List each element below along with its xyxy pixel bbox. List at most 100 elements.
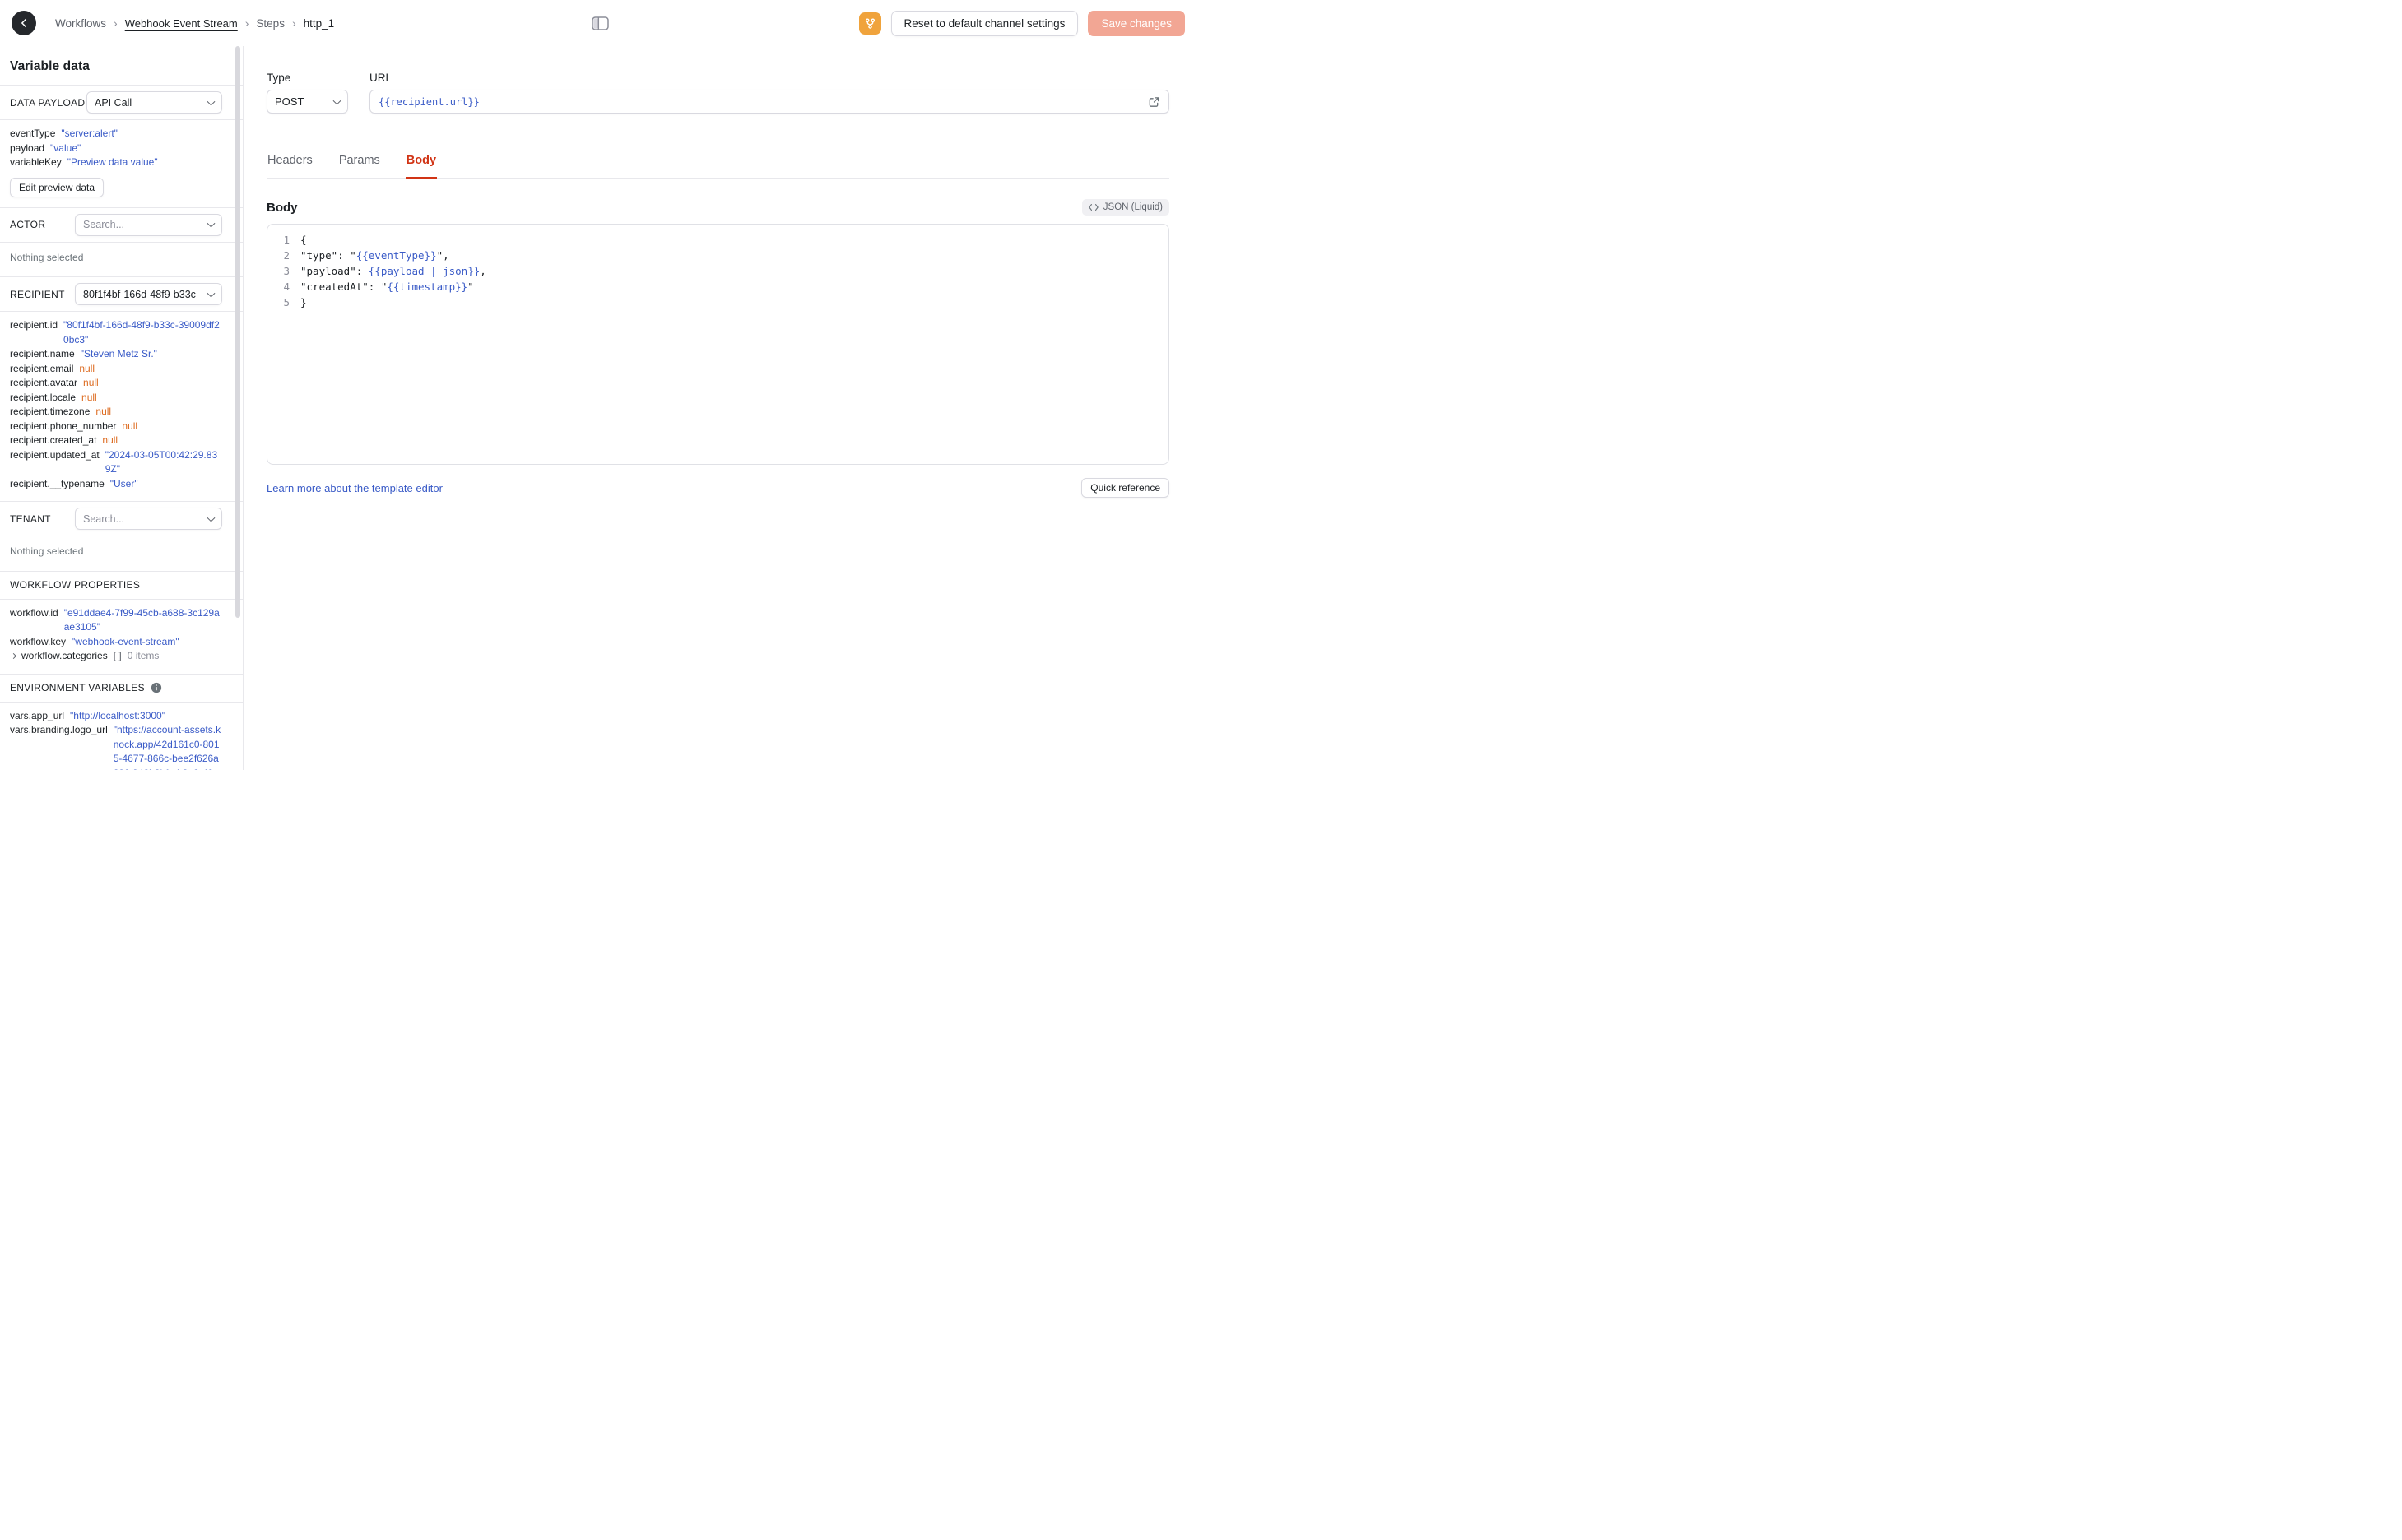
kv-row: workflow.key "webhook-event-stream" bbox=[10, 635, 222, 650]
kv-value: "value" bbox=[50, 141, 81, 154]
recipient-header: RECIPIENT 80f1f4bf-166d-48f9-b33c bbox=[0, 277, 243, 312]
type-label: Type bbox=[267, 72, 291, 84]
tenant-header: TENANT Search... bbox=[0, 502, 243, 536]
back-button[interactable] bbox=[12, 11, 36, 35]
kv-value: "server:alert" bbox=[61, 128, 118, 139]
kv-row: recipient.timezone null bbox=[10, 405, 222, 420]
code-text: "createdAt": "{{timestamp}}" bbox=[300, 281, 474, 293]
kv-row: recipient.phone_number null bbox=[10, 420, 222, 434]
kv-key: recipient.created_at bbox=[10, 434, 97, 446]
info-icon bbox=[151, 682, 162, 693]
panel-title: Variable data bbox=[10, 58, 90, 73]
data-payload-select[interactable]: API Call bbox=[86, 91, 222, 114]
kv-key: eventType bbox=[10, 128, 56, 139]
tab-params[interactable]: Params bbox=[338, 154, 381, 178]
commit-changes-badge[interactable] bbox=[858, 12, 881, 35]
code-text: { bbox=[300, 234, 307, 246]
kv-value: "User" bbox=[109, 477, 138, 489]
actor-content: Nothing selected bbox=[0, 243, 243, 277]
kv-value: "e91ddae4-7f99-45cb-a688-3c129aae3105" bbox=[63, 606, 220, 633]
external-link-icon[interactable] bbox=[1148, 95, 1160, 108]
line-number: 5 bbox=[283, 296, 290, 308]
breadcrumb-item[interactable]: Workflows bbox=[55, 17, 106, 30]
kv-row: workflow.id "e91ddae4-7f99-45cb-a688-3c12… bbox=[10, 606, 222, 635]
template-editor-link[interactable]: Learn more about the template editor bbox=[267, 482, 443, 494]
edit-preview-data-button[interactable]: Edit preview data bbox=[10, 177, 105, 197]
line-number: 1 bbox=[283, 234, 290, 246]
kv-value: "Preview data value" bbox=[67, 156, 158, 168]
kv-key: variableKey bbox=[10, 156, 62, 168]
kv-row: recipient.email null bbox=[10, 362, 222, 377]
kv-key: workflow.id bbox=[10, 606, 58, 619]
tenant-search-select[interactable]: Search... bbox=[75, 508, 222, 530]
reset-button[interactable]: Reset to default channel settings bbox=[890, 10, 1079, 36]
body-section-header: Body JSON (Liquid) bbox=[267, 199, 1169, 216]
code-lines: 1{2 "type": "{{eventType}}", 3 "payload": {… bbox=[267, 232, 1168, 310]
kv-value: null bbox=[102, 434, 118, 446]
code-text: } bbox=[300, 296, 307, 308]
arrow-left-icon bbox=[21, 18, 26, 28]
method-select[interactable]: POST bbox=[267, 90, 348, 114]
code-line: 4 "createdAt": "{{timestamp}}" bbox=[267, 279, 1168, 295]
kv-value: null bbox=[122, 420, 138, 432]
kv-value: "Steven Metz Sr." bbox=[80, 348, 157, 359]
code-line: 3 "payload": {{payload | json}}, bbox=[267, 263, 1168, 279]
recipient-select[interactable]: 80f1f4bf-166d-48f9-b33c bbox=[75, 283, 222, 305]
kv-key: workflow.key bbox=[10, 635, 67, 647]
workflow-properties-content: workflow.id "e91ddae4-7f99-45cb-a688-3c12… bbox=[0, 600, 243, 675]
breadcrumb-separator: › bbox=[244, 16, 249, 30]
url-input[interactable]: {{recipient.url}} bbox=[369, 90, 1169, 114]
top-bar: Workflows › Webhook Event Stream › Steps › htt… bbox=[0, 0, 1201, 46]
kv-row: variableKey "Preview data value" bbox=[10, 155, 222, 170]
tab-body[interactable]: Body bbox=[405, 154, 438, 179]
sidebar-scrollbar[interactable] bbox=[235, 46, 240, 618]
kv-row: recipient.created_at null bbox=[10, 434, 222, 448]
panel-toggle-button[interactable] bbox=[586, 12, 614, 35]
kv-row: workflow.categories [ ] 0 items bbox=[10, 649, 222, 664]
code-editor[interactable]: 1{2 "type": "{{eventType}}", 3 "payload": {… bbox=[267, 224, 1169, 465]
save-button[interactable]: Save changes bbox=[1088, 10, 1185, 36]
kv-row: recipient.__typename "User" bbox=[10, 477, 222, 492]
workflow-properties-label: WORKFLOW PROPERTIES bbox=[10, 579, 141, 591]
line-number: 2 bbox=[283, 249, 290, 262]
kv-key: recipient.phone_number bbox=[10, 420, 117, 432]
kv-key: recipient.updated_at bbox=[10, 448, 100, 461]
kv-value: null bbox=[83, 377, 99, 388]
line-number: 4 bbox=[283, 281, 290, 293]
method-selected-value: POST bbox=[275, 95, 304, 108]
kv-key: recipient.timezone bbox=[10, 406, 91, 417]
data-payload-content: eventType "server:alert" payload "value" var… bbox=[0, 120, 243, 208]
recipient-selected-value: 80f1f4bf-166d-48f9-b33c bbox=[83, 288, 196, 300]
language-badge: JSON (Liquid) bbox=[1081, 199, 1169, 216]
workflow-fields: workflow.id "e91ddae4-7f99-45cb-a688-3c12… bbox=[10, 606, 222, 664]
data-payload-label: DATA PAYLOAD bbox=[10, 96, 86, 109]
chevron-down-icon bbox=[207, 289, 216, 298]
panel-title-row: Variable data bbox=[0, 46, 243, 86]
kv-value: null bbox=[81, 391, 97, 403]
kv-suffix: 0 items bbox=[127, 650, 160, 661]
quick-reference-button[interactable]: Quick reference bbox=[1081, 478, 1169, 498]
workflow-properties-header: WORKFLOW PROPERTIES bbox=[0, 572, 243, 600]
tab-headers[interactable]: Headers bbox=[267, 154, 314, 178]
url-field: URL {{recipient.url}} bbox=[369, 72, 1169, 114]
chevron-right-icon[interactable] bbox=[10, 652, 17, 660]
breadcrumb-item[interactable]: Webhook Event Stream bbox=[125, 17, 238, 30]
kv-value: "2024-03-05T00:42:29.839Z" bbox=[105, 448, 218, 475]
kv-value: "https://account-assets.knock.app/42d161… bbox=[113, 724, 221, 770]
editor-footer: Learn more about the template editor Qui… bbox=[267, 478, 1169, 498]
recipient-content: recipient.id "80f1f4bf-166d-48f9-b33c-390… bbox=[0, 312, 243, 502]
code-text: "payload": {{payload | json}}, bbox=[300, 265, 486, 277]
tenant-label: TENANT bbox=[10, 513, 51, 525]
breadcrumb-separator: › bbox=[291, 16, 296, 30]
data-payload-fields: eventType "server:alert" payload "value" var… bbox=[10, 127, 222, 170]
kv-value: "80f1f4bf-166d-48f9-b33c-39009df20bc3" bbox=[63, 319, 220, 346]
env-fields: vars.app_url "http://localhost:3000" vars.… bbox=[10, 709, 222, 771]
actor-search-placeholder: Search... bbox=[83, 219, 125, 230]
actor-search-select[interactable]: Search... bbox=[75, 213, 222, 236]
tenant-empty-state: Nothing selected bbox=[10, 545, 84, 557]
environment-variables-header: ENVIRONMENT VARIABLES bbox=[0, 675, 243, 703]
topbar-actions: Reset to default channel settings Save c… bbox=[858, 10, 1185, 36]
breadcrumb-item: Steps bbox=[256, 16, 285, 30]
request-tabs: Headers Params Body bbox=[267, 154, 1169, 179]
body-section-title: Body bbox=[267, 200, 298, 215]
